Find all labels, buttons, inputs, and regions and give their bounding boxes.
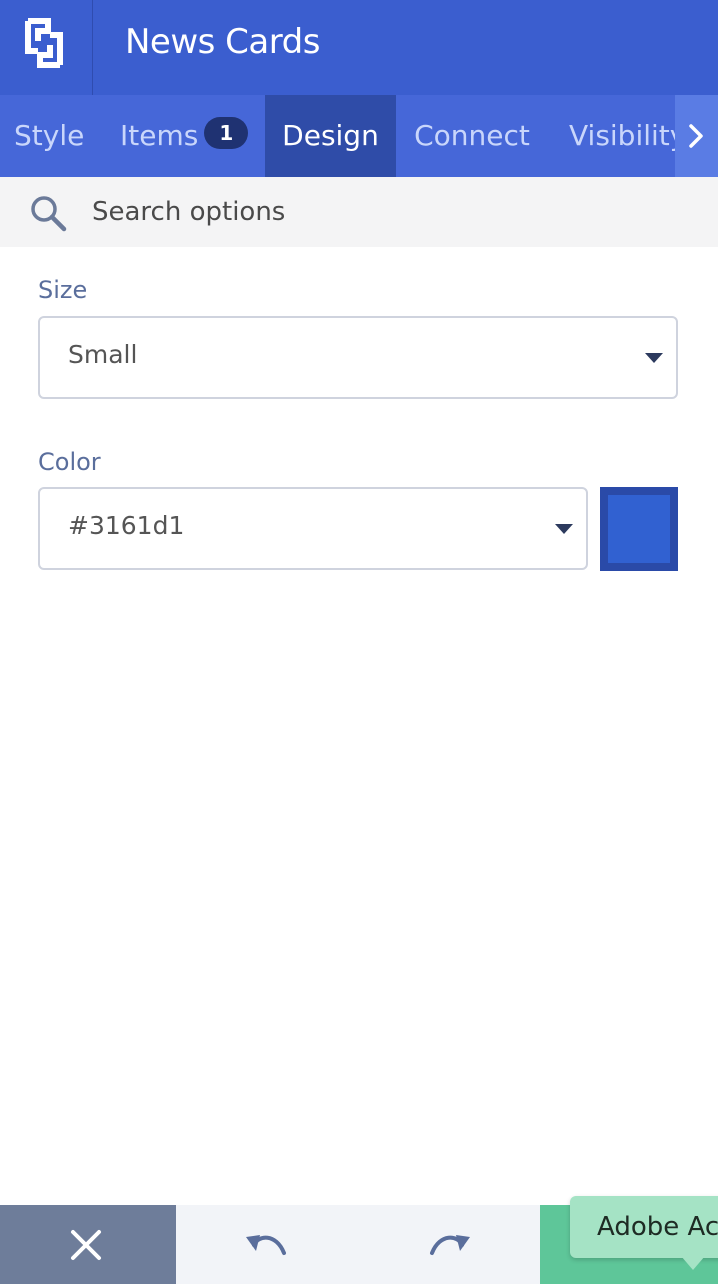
- tooltip: Adobe Ac: [570, 1196, 718, 1258]
- color-select[interactable]: #3161d1: [38, 487, 588, 570]
- color-swatch[interactable]: [600, 487, 678, 571]
- redo-icon[interactable]: [428, 1231, 472, 1259]
- close-icon: [71, 1230, 101, 1260]
- undo-icon[interactable]: [244, 1231, 288, 1259]
- app-logo-icon: [25, 18, 63, 68]
- tab-bar: Style Items 1 Design Connect Visibility: [0, 95, 718, 177]
- color-select-value: #3161d1: [68, 511, 185, 540]
- search-bar: [0, 177, 718, 247]
- tab-label: Visibility: [569, 119, 675, 152]
- tab-style[interactable]: Style: [0, 95, 100, 177]
- size-label: Size: [38, 276, 88, 304]
- chevron-down-icon: [555, 524, 573, 534]
- size-select-value: Small: [68, 340, 138, 369]
- header: News Cards: [0, 0, 718, 95]
- widget-title: News Cards: [125, 22, 320, 62]
- tooltip-text: Adobe Ac: [597, 1212, 718, 1242]
- tab-scroll-right-button[interactable]: [675, 95, 718, 177]
- app-logo[interactable]: [0, 0, 93, 95]
- tab-label: Items: [120, 119, 199, 152]
- tab-label: Connect: [414, 119, 530, 152]
- tooltip-arrow: [681, 1256, 705, 1270]
- items-count-badge: 1: [204, 117, 249, 149]
- color-label: Color: [38, 448, 101, 476]
- tab-connect[interactable]: Connect: [396, 95, 548, 177]
- search-input[interactable]: [92, 189, 692, 235]
- close-button[interactable]: [0, 1205, 176, 1284]
- tab-design[interactable]: Design: [265, 95, 396, 177]
- size-select[interactable]: Small: [38, 316, 678, 399]
- tab-visibility[interactable]: Visibility: [569, 95, 675, 177]
- tab-label: Design: [282, 119, 379, 152]
- chevron-right-icon: [689, 124, 703, 148]
- tab-items[interactable]: Items 1: [100, 95, 265, 177]
- search-icon: [31, 196, 67, 232]
- chevron-down-icon: [645, 353, 663, 363]
- history-controls: [176, 1205, 540, 1284]
- tab-label: Style: [14, 119, 85, 152]
